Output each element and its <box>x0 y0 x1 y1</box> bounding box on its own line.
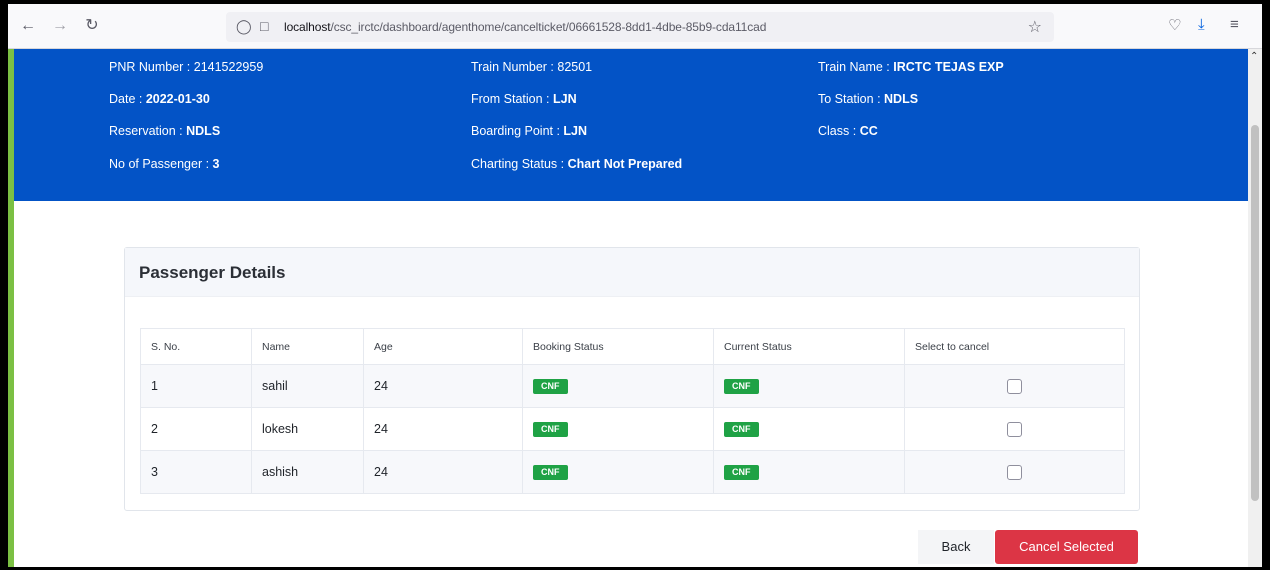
url-text[interactable]: localhost/csc_irctc/dashboard/agenthome/… <box>284 20 766 34</box>
column-header-current-status: Current Status <box>713 328 905 365</box>
address-bar[interactable]: ◯ □ localhost/csc_irctc/dashboard/agenth… <box>226 12 1054 42</box>
cell-sno: 3 <box>140 450 252 494</box>
page-viewport: PNR Number : 2141522959 Train Number : 8… <box>8 49 1262 567</box>
from-station-info: From Station : LJN <box>471 92 577 106</box>
url-host: localhost <box>284 20 331 34</box>
card-title: Passenger Details <box>139 263 286 282</box>
ticket-info-banner: PNR Number : 2141522959 Train Number : 8… <box>14 49 1248 201</box>
column-header-select: Select to cancel <box>904 328 1125 365</box>
status-badge: CNF <box>533 422 568 437</box>
status-badge: CNF <box>724 465 759 480</box>
reload-icon[interactable]: ↻ <box>82 16 102 36</box>
card-header: Passenger Details <box>125 248 1139 297</box>
download-icon[interactable]: ⤓ <box>1198 16 1205 33</box>
hamburger-menu-icon[interactable]: ≡ <box>1230 16 1239 33</box>
table-header-row: S. No. Name Age Booking Status Current S… <box>140 328 1125 365</box>
cell-select <box>904 364 1125 408</box>
status-badge: CNF <box>533 379 568 394</box>
charting-status-info: Charting Status : Chart Not Prepared <box>471 157 683 171</box>
cell-name: sahil <box>251 364 364 408</box>
shield-icon[interactable]: ◯ <box>236 18 252 35</box>
passenger-details-card: Passenger Details S. No. Name Age Bookin… <box>124 247 1140 511</box>
page-icon[interactable]: □ <box>260 18 268 34</box>
column-header-name: Name <box>251 328 364 365</box>
table-row: 2 lokesh 24 CNF CNF <box>140 407 1125 451</box>
browser-window: ← → ↻ ◯ □ localhost/csc_irctc/dashboard/… <box>8 4 1262 567</box>
train-name-info: Train Name : IRCTC TEJAS EXP <box>818 60 1004 74</box>
passenger-table: S. No. Name Age Booking Status Current S… <box>140 328 1125 494</box>
passenger-count-info: No of Passenger : 3 <box>109 157 220 171</box>
cell-booking-status: CNF <box>522 407 714 451</box>
cell-age: 24 <box>363 407 523 451</box>
browser-toolbar: ← → ↻ ◯ □ localhost/csc_irctc/dashboard/… <box>8 4 1262 49</box>
pnr-info: PNR Number : 2141522959 <box>109 60 264 74</box>
table-row: 3 ashish 24 CNF CNF <box>140 450 1125 494</box>
column-header-age: Age <box>363 328 523 365</box>
status-badge: CNF <box>533 465 568 480</box>
cell-current-status: CNF <box>713 407 905 451</box>
chevron-up-icon[interactable]: ⌃ <box>1250 51 1258 62</box>
pocket-icon[interactable]: ♡ <box>1168 16 1181 34</box>
table-row: 1 sahil 24 CNF CNF <box>140 364 1125 408</box>
select-to-cancel-checkbox[interactable] <box>1007 464 1022 480</box>
cell-booking-status: CNF <box>522 450 714 494</box>
cell-booking-status: CNF <box>522 364 714 408</box>
select-to-cancel-checkbox[interactable] <box>1007 378 1022 394</box>
column-header-sno: S. No. <box>140 328 252 365</box>
cell-sno: 1 <box>140 364 252 408</box>
cell-name: lokesh <box>251 407 364 451</box>
cell-age: 24 <box>363 364 523 408</box>
status-badge: CNF <box>724 379 759 394</box>
cell-current-status: CNF <box>713 450 905 494</box>
cell-age: 24 <box>363 450 523 494</box>
scrollbar[interactable]: ⌃ <box>1248 49 1262 567</box>
date-info: Date : 2022-01-30 <box>109 92 210 106</box>
star-icon[interactable]: ☆ <box>1028 17 1042 37</box>
status-badge: CNF <box>724 422 759 437</box>
cell-current-status: CNF <box>713 364 905 408</box>
class-info: Class : CC <box>818 124 878 138</box>
back-button[interactable]: Back <box>918 530 994 564</box>
cancel-selected-button[interactable]: Cancel Selected <box>995 530 1138 564</box>
cell-sno: 2 <box>140 407 252 451</box>
cell-name: ashish <box>251 450 364 494</box>
select-to-cancel-checkbox[interactable] <box>1007 421 1022 437</box>
cell-select <box>904 450 1125 494</box>
boarding-point-info: Boarding Point : LJN <box>471 124 588 138</box>
cell-select <box>904 407 1125 451</box>
to-station-info: To Station : NDLS <box>818 92 919 106</box>
url-path: /csc_irctc/dashboard/agenthome/canceltic… <box>330 20 767 34</box>
arrow-right-icon[interactable]: → <box>50 16 70 36</box>
train-number-info: Train Number : 82501 <box>471 60 593 74</box>
arrow-left-icon[interactable]: ← <box>18 16 38 36</box>
reservation-info: Reservation : NDLS <box>109 124 221 138</box>
scrollbar-thumb[interactable] <box>1251 125 1259 501</box>
column-header-booking-status: Booking Status <box>522 328 714 365</box>
